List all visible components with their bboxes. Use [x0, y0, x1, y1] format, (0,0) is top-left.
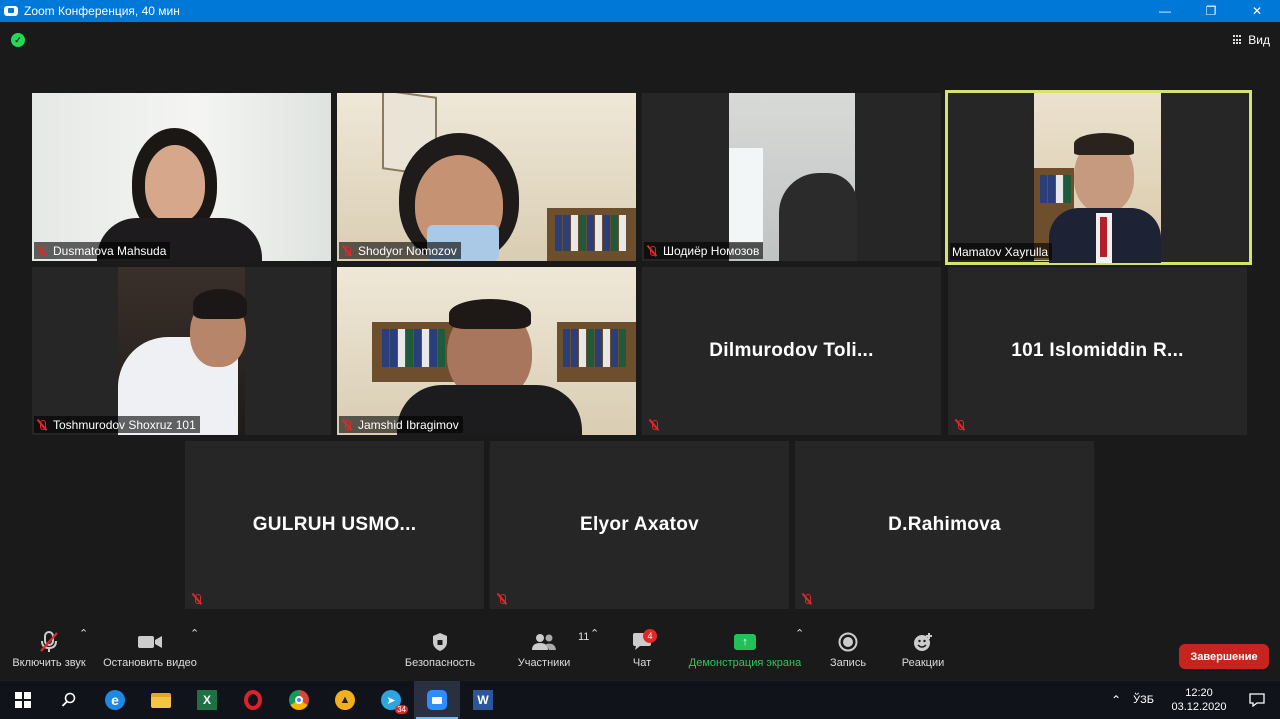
audio-options-chevron-icon[interactable]: ⌃ — [79, 627, 88, 681]
chat-unread-badge: 4 — [643, 629, 657, 643]
share-options-chevron-icon[interactable]: ⌃ — [795, 627, 804, 681]
participant-name: GULRUH USMO... — [252, 514, 417, 535]
security-button[interactable]: Безопасность — [400, 627, 480, 681]
participant-tile[interactable]: Elyor Axatov — [490, 441, 789, 609]
participant-tile[interactable]: 101 Islomiddin R... — [948, 267, 1247, 435]
chevron-up-icon[interactable]: ⌃ — [1111, 693, 1121, 707]
chrome-icon[interactable] — [276, 681, 322, 719]
participant-tile[interactable]: Шодиёр Номозов — [642, 93, 941, 261]
muted-mic-icon — [954, 419, 966, 431]
participant-tile[interactable]: Dilmurodov Toli... — [642, 267, 941, 435]
window-title: Zoom Конференция, 40 мин — [24, 4, 180, 18]
encryption-shield-icon[interactable]: ✓ — [11, 33, 25, 47]
record-label: Запись — [829, 657, 867, 669]
record-button[interactable]: Запись — [826, 627, 870, 681]
stop-video-label: Остановить видео — [103, 657, 197, 669]
telegram-unread-badge: 34 — [395, 705, 408, 714]
notifications-icon[interactable] — [1234, 681, 1280, 719]
shield-icon — [433, 633, 447, 651]
smiley-plus-icon — [914, 633, 932, 651]
muted-mic-icon — [36, 245, 48, 257]
participant-tile[interactable]: GULRUH USMO... — [185, 441, 484, 609]
participant-tile[interactable]: D.Rahimova — [795, 441, 1094, 609]
opera-icon[interactable] — [230, 681, 276, 719]
system-tray: ⌃ ЎЗБ 12:20 03.12.2020 — [1111, 681, 1280, 719]
participant-nameplate: Mamatov Xayrulla — [950, 243, 1053, 260]
share-screen-label: Демонстрация экрана — [688, 657, 802, 669]
end-meeting-button[interactable]: Завершение — [1179, 644, 1269, 669]
clock-time: 12:20 — [1185, 687, 1213, 699]
participants-label: Участники — [517, 657, 571, 669]
muted-mic-icon — [36, 419, 48, 431]
participant-name: Dilmurodov Toli... — [709, 340, 874, 361]
muted-mic-icon — [341, 419, 353, 431]
telegram-icon[interactable]: ➤ 34 — [368, 681, 414, 719]
zoom-icon[interactable] — [414, 681, 460, 719]
participant-name: D.Rahimova — [888, 514, 1001, 535]
zoom-app-icon — [4, 6, 18, 16]
participant-tile[interactable]: Shodyor Nomozov — [337, 93, 636, 261]
restore-icon[interactable]: ❐ — [1188, 0, 1234, 22]
window-titlebar: Zoom Конференция, 40 мин — ❐ ✕ — [0, 0, 1280, 22]
participant-tile[interactable]: Jamshid Ibragimov — [337, 267, 636, 435]
close-icon[interactable]: ✕ — [1234, 0, 1280, 22]
participant-nameplate: Jamshid Ibragimov — [339, 416, 463, 433]
edge-icon[interactable]: e — [92, 681, 138, 719]
participant-tile-active-speaker[interactable]: Mamatov Xayrulla — [945, 90, 1252, 265]
reactions-button[interactable]: Реакции — [898, 627, 948, 681]
share-screen-icon: ↑ — [734, 634, 756, 650]
word-icon[interactable]: W — [460, 681, 506, 719]
muted-mic-icon — [646, 245, 658, 257]
clock[interactable]: 12:20 03.12.2020 — [1164, 686, 1234, 714]
participant-nameplate: Шодиёр Номозов — [644, 242, 764, 259]
chat-label: Чат — [632, 657, 652, 669]
participant-nameplate: Shodyor Nomozov — [339, 242, 461, 259]
share-screen-button[interactable]: ↑ Демонстрация экрана — [686, 627, 804, 681]
language-indicator[interactable]: ЎЗБ — [1133, 694, 1154, 706]
participant-nameplate: Toshmurodov Shoxruz 101 — [34, 416, 200, 433]
video-camera-icon — [138, 636, 162, 648]
video-options-chevron-icon[interactable]: ⌃ — [190, 627, 199, 681]
view-label: Вид — [1248, 33, 1270, 47]
stop-video-button[interactable]: Остановить видео — [100, 627, 200, 681]
muted-mic-icon — [648, 419, 660, 431]
unmute-label: Включить звук — [12, 657, 86, 669]
record-icon — [838, 632, 858, 652]
participants-count: 11 — [578, 631, 590, 643]
muted-mic-icon — [191, 593, 203, 605]
minimize-icon[interactable]: — — [1142, 0, 1188, 22]
excel-icon[interactable]: X — [184, 681, 230, 719]
file-explorer-icon[interactable] — [138, 681, 184, 719]
participant-name: Elyor Axatov — [579, 514, 700, 535]
windows-taskbar: e X ▲ ➤ 34 W ⌃ ЎЗБ 12:20 03.12.2020 — [0, 681, 1280, 719]
app-triangle-icon[interactable]: ▲ — [322, 681, 368, 719]
participants-button[interactable]: 11 Участники — [512, 627, 590, 681]
muted-microphone-icon — [40, 631, 58, 652]
search-icon[interactable] — [46, 681, 92, 719]
participant-nameplate: Dusmatova Mahsuda — [34, 242, 171, 259]
reactions-label: Реакции — [901, 657, 945, 669]
participant-name: 101 Islomiddin R... — [1011, 340, 1184, 361]
muted-mic-icon — [341, 245, 353, 257]
meeting-controls-toolbar: Включить звук ⌃ Остановить видео ⌃ Безоп… — [0, 627, 1280, 681]
muted-mic-icon — [801, 593, 813, 605]
muted-mic-icon — [496, 593, 508, 605]
participant-tile[interactable]: Dusmatova Mahsuda — [32, 93, 331, 261]
participant-tile[interactable]: Toshmurodov Shoxruz 101 — [32, 267, 331, 435]
security-label: Безопасность — [404, 657, 476, 669]
participants-icon — [532, 634, 556, 650]
grid-icon — [1233, 35, 1243, 45]
clock-date: 03.12.2020 — [1171, 701, 1227, 713]
view-button[interactable]: Вид — [1233, 31, 1270, 49]
windows-start-icon[interactable] — [0, 681, 46, 719]
chat-button[interactable]: 4 Чат — [622, 627, 662, 681]
participants-options-chevron-icon[interactable]: ⌃ — [590, 627, 599, 681]
unmute-button[interactable]: Включить звук — [8, 627, 90, 681]
